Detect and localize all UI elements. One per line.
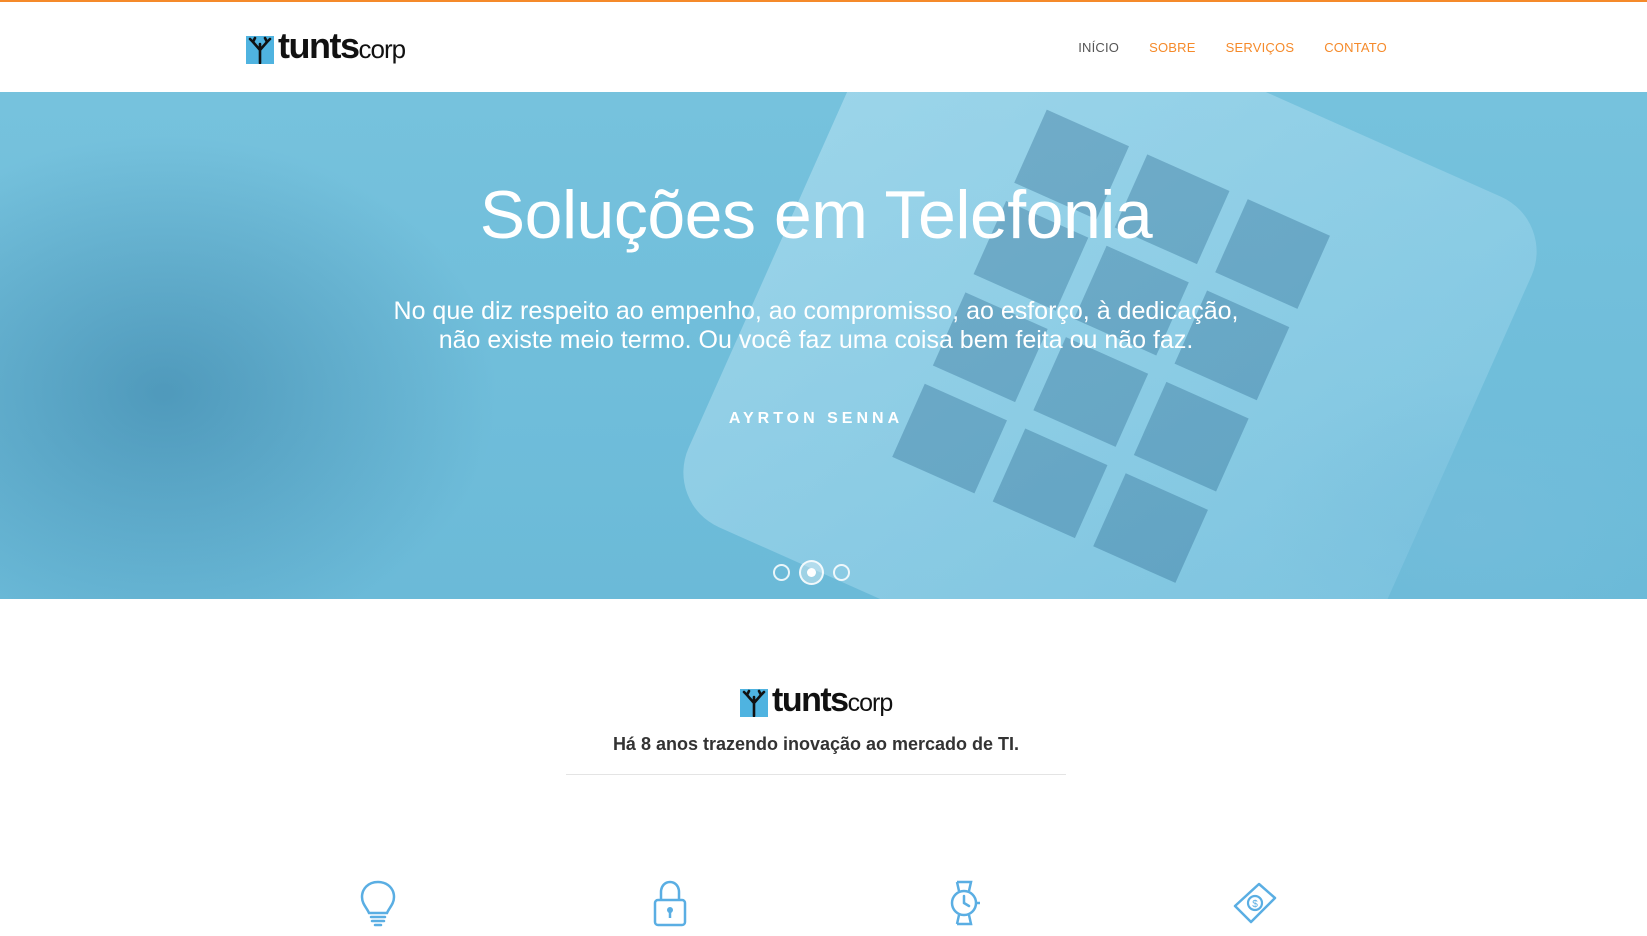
hero-quote-line1: No que diz respeito ao empenho, ao compr… [393,297,1239,325]
brand-suffix: corp [358,34,406,64]
nav-sobre[interactable]: SOBRE [1149,40,1196,55]
about-brand-suffix: corp [847,689,894,717]
header-logo[interactable]: tunts corp [246,25,406,66]
slider-dots [773,560,850,585]
lock-icon [653,880,687,927]
nav-contato[interactable]: CONTATO [1324,40,1387,55]
tree-logo-icon [246,36,274,64]
hero-slider: Soluções em Telefonia No que diz respeit… [0,92,1647,599]
hero-quote: No que diz respeito ao empenho, ao compr… [300,297,1332,355]
money-bill-icon: $ [1233,882,1277,924]
about-brand-name: tunts [772,681,849,719]
slider-dot-3[interactable] [833,564,850,581]
watch-icon [950,880,980,926]
about-logo: tunts corp [740,681,894,719]
site-header: tunts corp INÍCIO SOBRE SERVIÇOS CONTATO [0,2,1647,92]
svg-text:$: $ [1252,899,1258,910]
lightbulb-icon [360,880,396,927]
hero-quote-author: AYRTON SENNA [728,410,904,427]
slider-dot-1[interactable] [773,564,790,581]
tree-logo-icon [740,689,768,717]
nav-servicos[interactable]: SERVIÇOS [1226,40,1295,55]
slider-dot-2[interactable] [799,560,824,585]
brand-name: tunts [278,25,360,66]
main-nav: INÍCIO SOBRE SERVIÇOS CONTATO [1078,40,1387,55]
about-tagline: Há 8 anos trazendo inovação ao mercado d… [612,734,1020,754]
hero-hand-blur [1260,372,1647,599]
nav-inicio[interactable]: INÍCIO [1078,40,1119,55]
hero-title: Soluções em Telefonia [479,177,1153,253]
section-divider [566,774,1066,775]
hero-quote-line2: não existe meio termo. Ou você faz uma c… [438,326,1194,354]
